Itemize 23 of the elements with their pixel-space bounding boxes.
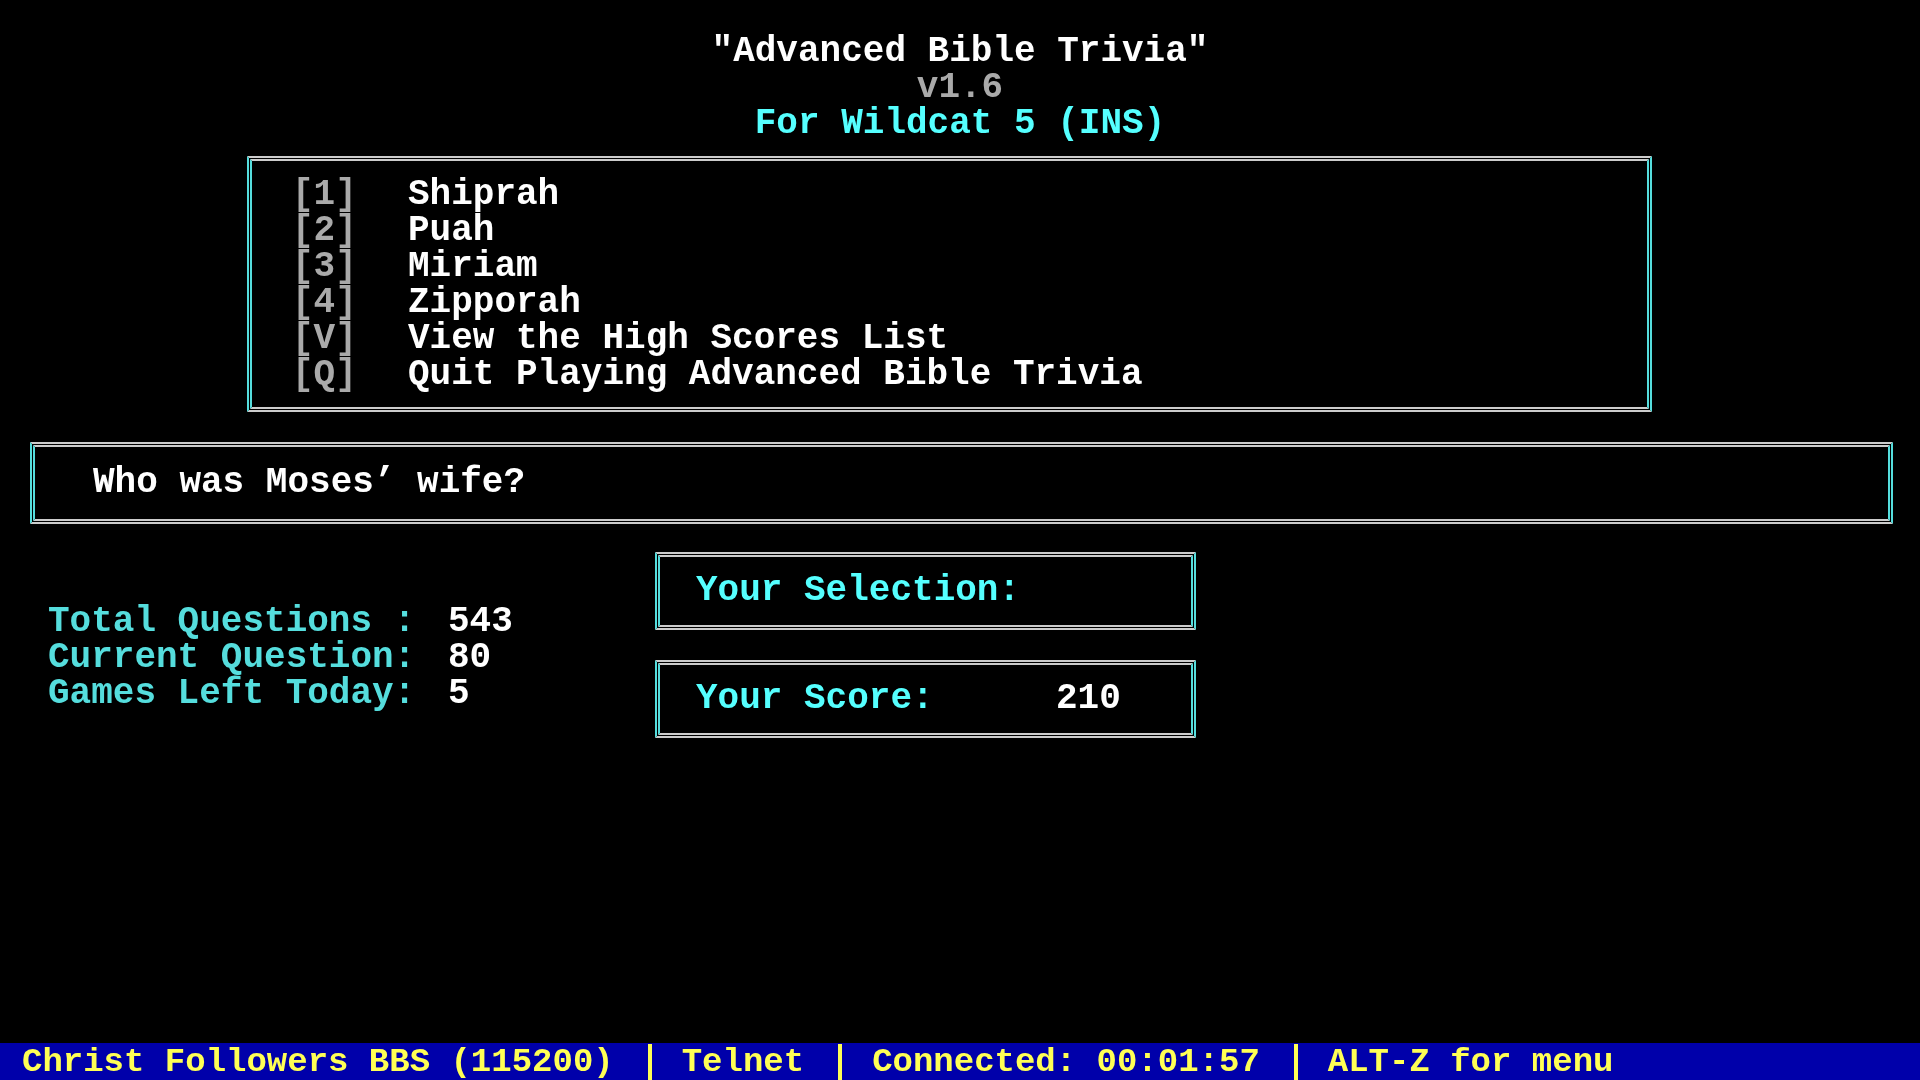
menu-option[interactable]: [3] Miriam [292, 249, 538, 285]
selection-field[interactable]: Your Selection: [655, 552, 1196, 630]
score-value: 210 [1056, 681, 1121, 717]
status-text: Telnet [647, 1043, 839, 1080]
stat-value: 80 [448, 640, 492, 676]
menu-option[interactable]: [2] Puah [292, 213, 495, 249]
stat-value: 5 [448, 676, 470, 712]
subtitle-text: For Wildcat 5 (INS) [754, 106, 1166, 142]
score-label: Your Score: [696, 681, 935, 717]
menu-option[interactable]: [1] Shiprah [292, 177, 560, 213]
status-text: Christ Followers BBS (115200) [22, 1043, 615, 1080]
menu-option[interactable]: [4] Zipporah [292, 285, 581, 321]
stat-label: Games Left Today: [48, 676, 417, 712]
stat-label: Current Question: [48, 640, 417, 676]
status-text: ALT-Z for menu [1293, 1043, 1648, 1080]
question-text: Who was Moses’ wife? [93, 462, 526, 503]
status-text: Connected: 00:01:57 [838, 1043, 1294, 1080]
program-title: "Advanced Bible Trivia" [711, 34, 1209, 70]
menu-option[interactable]: [V] View the High Scores List [292, 321, 949, 357]
stat-value: 543 [448, 604, 513, 640]
stat-label: Total Questions : [48, 604, 417, 640]
version-text: v1.6 [916, 70, 1004, 106]
menu-option[interactable]: [Q] Quit Playing Advanced Bible Trivia [292, 357, 1143, 393]
